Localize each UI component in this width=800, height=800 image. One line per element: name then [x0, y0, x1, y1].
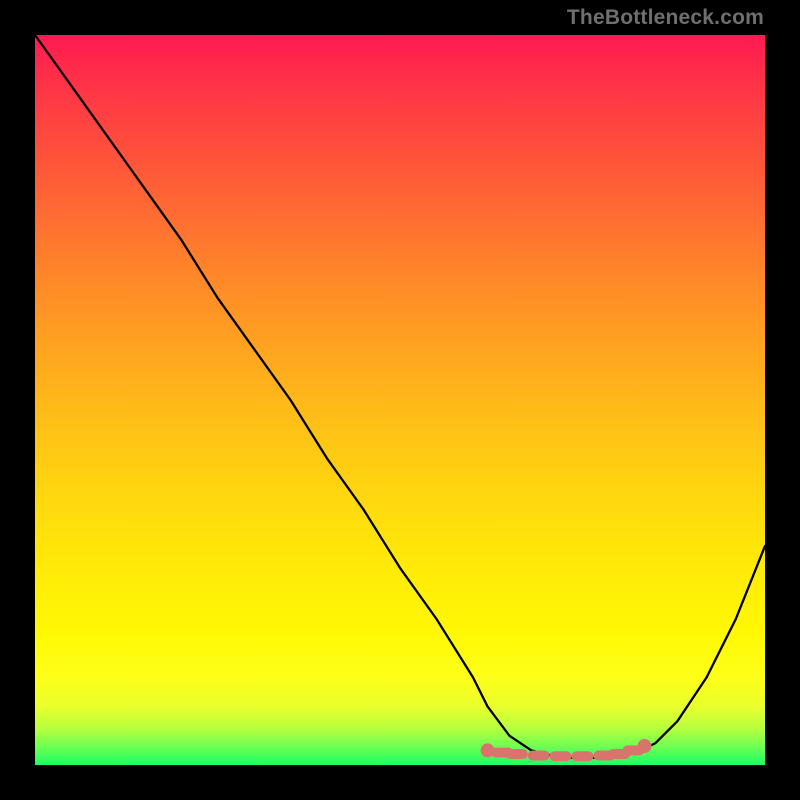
optimal-range-markers: [481, 739, 652, 761]
optimal-marker: [506, 749, 528, 759]
optimal-marker: [638, 739, 652, 753]
optimal-marker: [550, 751, 572, 761]
plot-area: [35, 35, 765, 765]
bottleneck-curve: [35, 35, 765, 758]
optimal-marker: [528, 751, 550, 761]
chart-svg: [35, 35, 765, 765]
optimal-marker: [572, 751, 594, 761]
watermark-text: TheBottleneck.com: [567, 6, 764, 30]
chart-container: TheBottleneck.com: [0, 0, 800, 800]
